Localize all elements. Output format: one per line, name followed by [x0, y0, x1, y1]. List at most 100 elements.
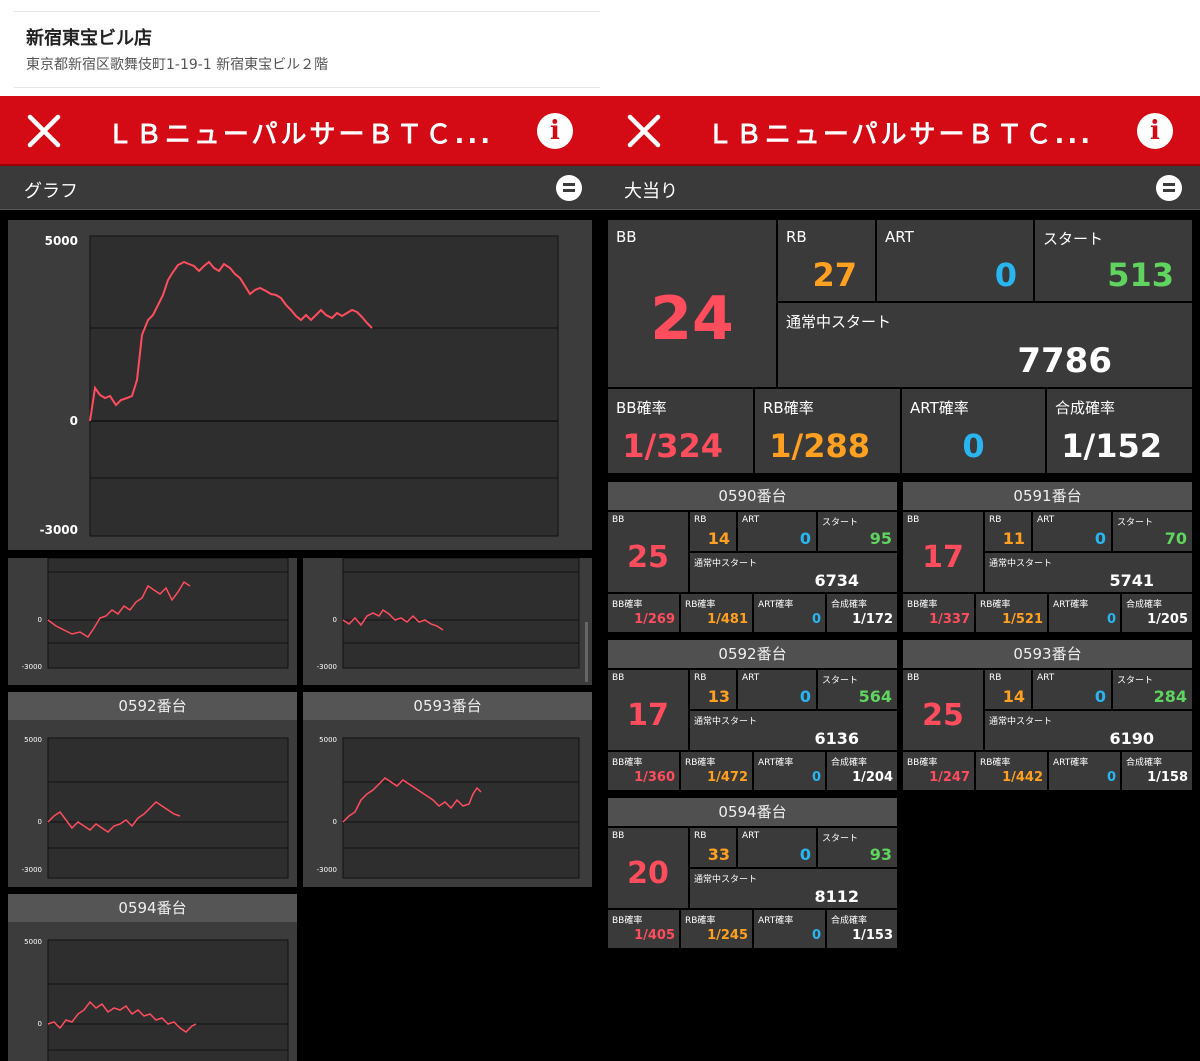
machine-card-header[interactable]: 0590番台: [608, 482, 897, 510]
mini-bb-label: BB: [907, 515, 920, 525]
normal-start-label: 通常中スタート: [786, 313, 892, 331]
mini-bb-cell: BB 17: [903, 512, 983, 592]
mini-art-rate-label: ART確率: [758, 758, 794, 768]
mini-art-cell: ART 0: [738, 670, 816, 709]
mini-art-value: 0: [799, 687, 811, 706]
y-tick-min: -3000: [22, 663, 42, 671]
small-graph-card: 5000 0: [8, 922, 297, 1061]
mini-art-rate-value: 0: [1106, 770, 1116, 785]
section-label: 大当り: [624, 181, 678, 202]
art-label: ART: [885, 228, 914, 246]
mini-normal-start-label: 通常中スタート: [694, 717, 758, 727]
mini-start-value: 95: [869, 529, 892, 548]
mini-normal-start-cell: 通常中スタート 5741: [985, 553, 1192, 592]
mini-bb-rate-value: 1/247: [929, 770, 970, 785]
store-header: 新宿東宝ビル店 東京都新宿区歌舞伎町1-19-1 新宿東宝ビル２階: [0, 0, 600, 96]
machine-title: ＬＢニューパルサーＢＴＣ...: [706, 120, 1094, 150]
title-bar-right: ＬＢニューパルサーＢＴＣ... i: [600, 96, 1200, 166]
mini-normal-start-value: 6136: [814, 729, 859, 748]
mini-rb-rate-cell: RB確率 1/481: [681, 594, 752, 632]
mini-bb-rate-cell: BB確率 1/269: [608, 594, 679, 632]
mini-bb-rate-value: 1/337: [929, 612, 970, 627]
collapse-icon[interactable]: [1156, 175, 1182, 201]
mini-normal-start-label: 通常中スタート: [694, 875, 758, 885]
small-graph: 0 -3000: [317, 557, 580, 671]
mini-normal-start-label: 通常中スタート: [694, 559, 758, 569]
mini-bb-label: BB: [612, 673, 625, 683]
y-tick-max: 5000: [24, 736, 42, 744]
mini-rb-rate-value: 1/442: [1002, 770, 1043, 785]
mini-start-value: 70: [1164, 529, 1187, 548]
bb-rate-value: 1/324: [622, 427, 723, 465]
info-icon[interactable]: i: [537, 113, 573, 149]
bb-value: 24: [650, 284, 734, 354]
mini-rb-value: 33: [707, 845, 730, 864]
mini-art-rate-cell: ART確率 0: [754, 910, 825, 948]
rb-label: RB: [786, 228, 807, 246]
machine-card-header[interactable]: 0591番台: [903, 482, 1192, 510]
mini-combined-rate-value: 1/204: [852, 770, 893, 785]
mini-art-rate-label: ART確率: [758, 916, 794, 926]
mini-combined-rate-value: 1/153: [852, 928, 893, 943]
info-icon[interactable]: i: [1137, 113, 1173, 149]
mini-art-label: ART: [1037, 515, 1055, 525]
mini-start-value: 93: [869, 845, 892, 864]
mini-bb-value: 25: [627, 540, 669, 575]
normal-start-value: 7786: [1017, 341, 1112, 381]
mini-start-label: スタート: [822, 518, 859, 528]
small-graph-card: 5000 0 -3000: [303, 720, 592, 887]
mini-bb-label: BB: [907, 673, 920, 683]
title-bar-left: ＬＢニューパルサーＢＴＣ... i: [0, 96, 600, 166]
mini-normal-start-value: 6734: [814, 571, 859, 590]
mini-art-rate-cell: ART確率 0: [754, 752, 825, 790]
mini-combined-rate-value: 1/205: [1147, 612, 1188, 627]
art-value: 0: [994, 256, 1017, 294]
mini-normal-start-cell: 通常中スタート 8112: [690, 869, 897, 908]
mini-start-label: スタート: [822, 676, 859, 686]
y-tick-min: -3000: [317, 866, 337, 874]
mini-normal-start-cell: 通常中スタート 6734: [690, 553, 897, 592]
graph-card-header[interactable]: 0593番台: [303, 692, 592, 720]
machine-card-header[interactable]: 0592番台: [608, 640, 897, 668]
mini-bb-rate-label: BB確率: [612, 916, 643, 926]
mini-bb-rate-label: BB確率: [612, 600, 643, 610]
y-tick-zero: 0: [333, 818, 337, 826]
mini-art-cell: ART 0: [738, 828, 816, 867]
rb-rate-value: 1/288: [769, 427, 870, 465]
mini-art-value: 0: [799, 845, 811, 864]
small-graph: 5000 0 -3000: [317, 736, 580, 879]
mini-bb-value: 20: [627, 856, 669, 891]
art-rate-value: 0: [962, 427, 985, 465]
divider: [14, 11, 600, 12]
mini-start-cell: スタート 284: [1113, 670, 1192, 709]
graph-card-header[interactable]: 0594番台: [8, 894, 297, 922]
store-name: 新宿東宝ビル店: [26, 28, 152, 49]
machine-card-header[interactable]: 0594番台: [608, 798, 897, 826]
mini-rb-label: RB: [694, 831, 707, 841]
y-tick-min: -3000: [40, 523, 78, 537]
mini-rb-rate-value: 1/481: [707, 612, 748, 627]
mini-bb-rate-cell: BB確率 1/405: [608, 910, 679, 948]
mini-rb-rate-label: RB確率: [685, 758, 716, 768]
machine-card-header[interactable]: 0593番台: [903, 640, 1192, 668]
mini-rb-cell: RB 33: [690, 828, 736, 867]
combined-rate-value: 1/152: [1061, 427, 1162, 465]
mini-bb-label: BB: [612, 831, 625, 841]
y-tick-zero: 0: [38, 818, 42, 826]
mini-rb-rate-label: RB確率: [685, 600, 716, 610]
scrollbar[interactable]: [585, 622, 588, 682]
mini-rb-label: RB: [989, 673, 1002, 683]
normal-start-cell: 通常中スタート 7786: [778, 303, 1192, 387]
mini-combined-rate-label: 合成確率: [831, 916, 868, 926]
mini-art-rate-value: 0: [811, 770, 821, 785]
graph-card-header[interactable]: 0592番台: [8, 692, 297, 720]
rb-count-cell: RB 27: [778, 220, 875, 301]
mini-combined-rate-cell: 合成確率 1/204: [827, 752, 897, 790]
collapse-icon[interactable]: [556, 175, 582, 201]
mini-rb-cell: RB 13: [690, 670, 736, 709]
mini-combined-rate-cell: 合成確率 1/158: [1122, 752, 1192, 790]
mini-bb-cell: BB 20: [608, 828, 688, 908]
mini-bb-rate-cell: BB確率 1/337: [903, 594, 974, 632]
mini-bb-rate-label: BB確率: [907, 758, 938, 768]
mini-normal-start-cell: 通常中スタート 6136: [690, 711, 897, 750]
